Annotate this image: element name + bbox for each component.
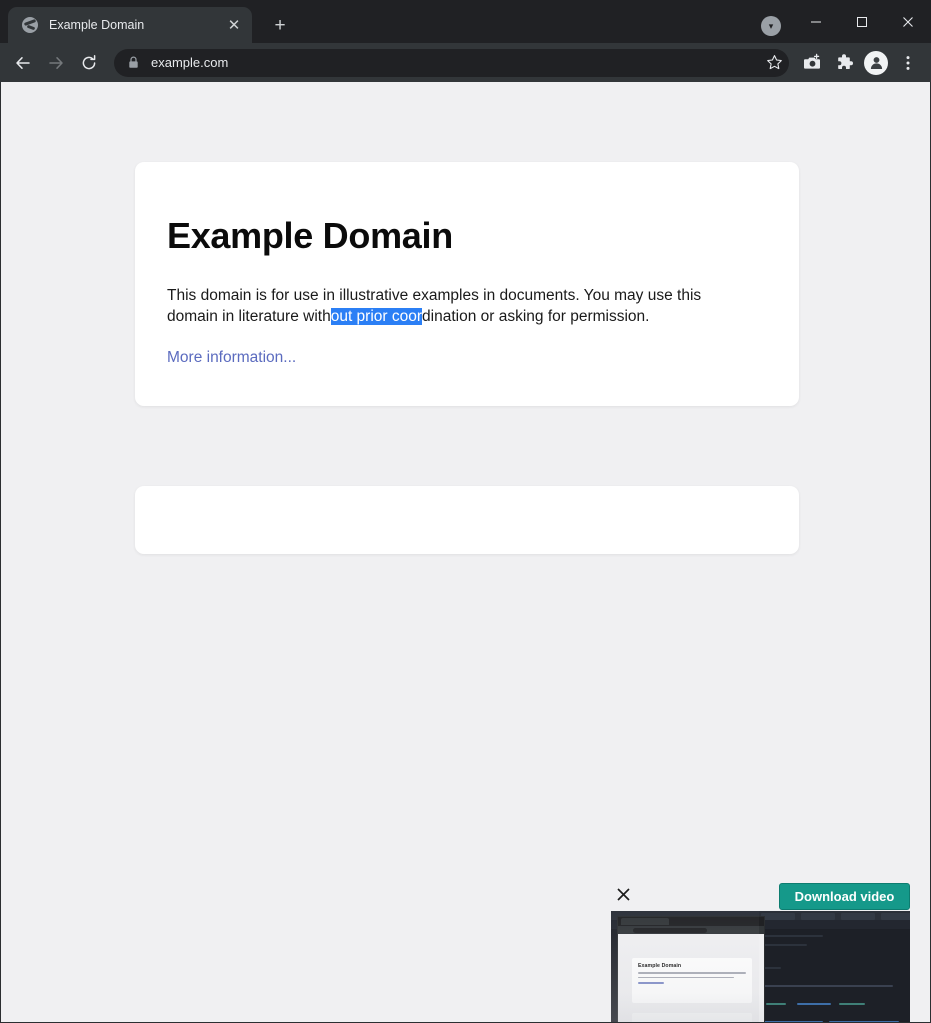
close-icon[interactable] [885,0,931,43]
lock-icon [126,56,140,70]
thumbnail-code-line [766,1003,786,1005]
video-controls: 0:00 [611,1017,910,1022]
tab-strip: Example Domain ✕ + ▾ [0,0,931,43]
globe-icon [22,17,38,33]
puzzle-icon[interactable] [829,48,859,78]
address-bar[interactable]: example.com [114,48,789,77]
maximize-icon[interactable] [839,0,885,43]
thumbnail-mini-link [638,982,664,984]
close-overlay-icon[interactable] [613,884,633,904]
thumbnail-code-line [839,1003,865,1005]
page-paragraph: This domain is for use in illustrative e… [167,285,715,327]
thumbnail-code-line [763,935,823,937]
camera-icon[interactable] [797,48,827,78]
thumbnail-code-line [797,1003,831,1005]
forward-arrow-icon[interactable] [41,48,71,78]
thumbnail-code-line [763,985,893,987]
thumbnail-mini-toolbar [618,926,764,934]
video-player[interactable]: Example Domain 0:00 [611,911,910,1022]
tab-close-icon[interactable]: ✕ [224,15,244,35]
reload-icon[interactable] [74,48,104,78]
thumbnail-editor-tabs [761,913,910,920]
more-information-link[interactable]: More information... [167,349,296,367]
thumbnail-mini-heading: Example Domain [638,963,682,969]
page-viewport: Example Domain This domain is for use in… [0,82,931,1023]
thumbnail-mini-line [638,976,734,979]
three-dot-menu-icon[interactable] [893,48,923,78]
star-icon[interactable] [760,48,788,76]
thumbnail-mini-tab [621,918,669,925]
new-tab-button[interactable]: + [266,11,294,39]
main-content-card: Example Domain This domain is for use in… [135,162,799,406]
thumbnail-tab [801,913,835,920]
selected-text: out prior coor [330,308,423,325]
paragraph-text-after: dination or asking for permission. [422,308,650,325]
thumbnail-tab [761,913,795,920]
chevron-down-icon[interactable]: ▾ [761,16,781,36]
minimize-icon[interactable] [793,0,839,43]
page-title: Example Domain [167,215,453,256]
browser-tab[interactable]: Example Domain ✕ [8,7,252,43]
browser-toolbar: example.com [0,43,931,82]
thumbnail-mini-tabbar [618,917,764,926]
window-controls [793,0,931,43]
thumbnail-mini-browser: Example Domain [617,916,765,1022]
profile-avatar[interactable] [861,48,891,78]
thumbnail-code-line [763,944,807,946]
secondary-empty-card [135,486,799,554]
back-arrow-icon[interactable] [8,48,38,78]
thumbnail-tab [841,913,875,920]
thumbnail-code-line [763,967,781,969]
browser-window: Example Domain ✕ + ▾ example.com Example… [0,0,931,1023]
person-icon [864,50,888,75]
tab-title: Example Domain [49,18,145,32]
download-video-button[interactable]: Download video [779,883,910,910]
thumbnail-tab [881,913,910,920]
thumbnail-mini-line [638,972,746,974]
thumbnail-mini-omnibox [633,927,707,933]
address-bar-url: example.com [151,55,229,70]
